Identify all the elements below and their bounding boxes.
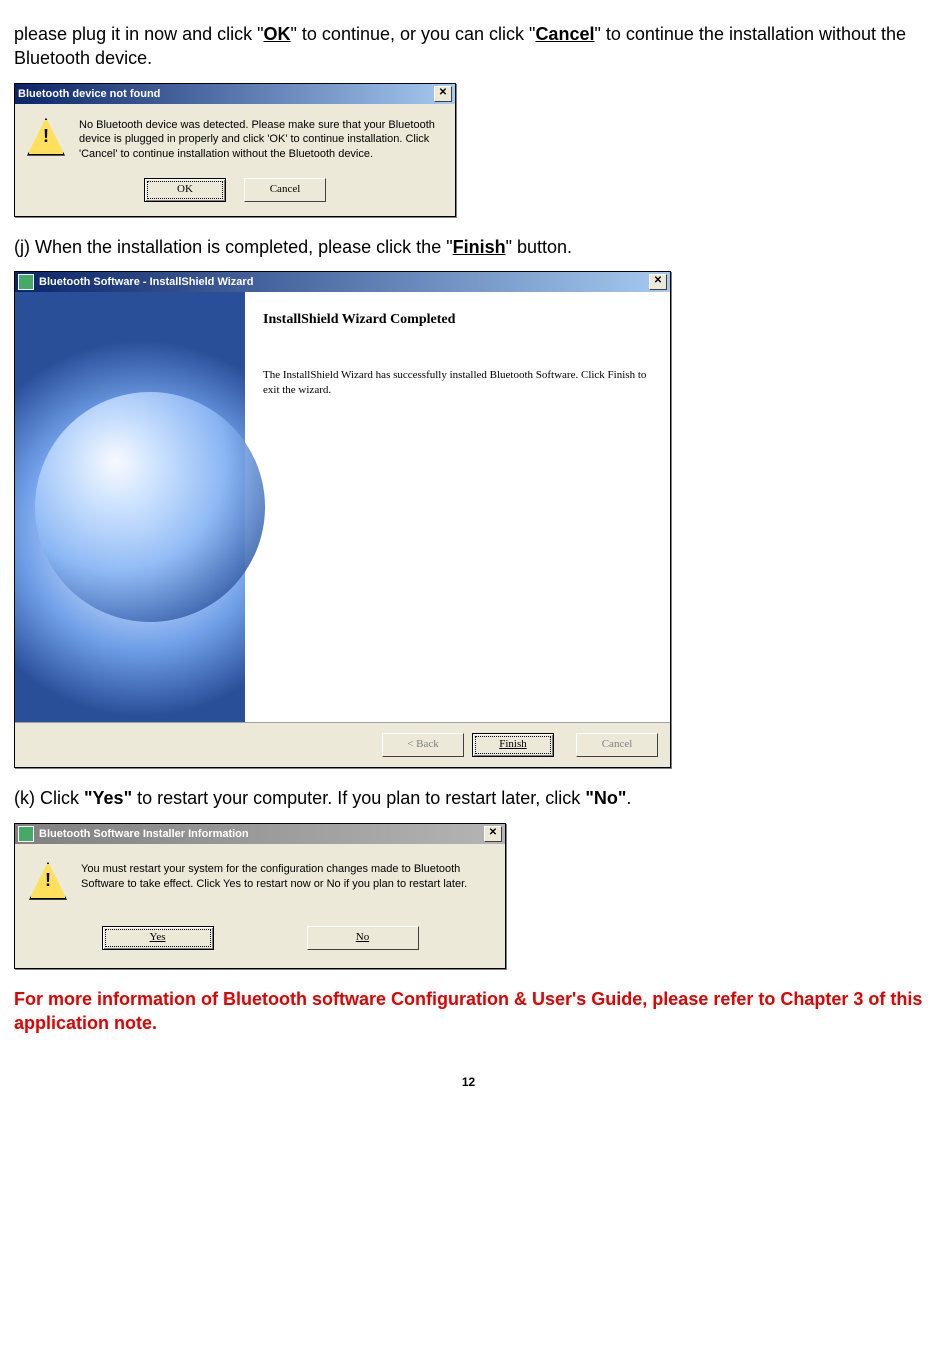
back-button: < Back xyxy=(382,733,464,757)
close-icon[interactable]: ✕ xyxy=(484,826,502,842)
dialog-restart: Bluetooth Software Installer Information… xyxy=(14,823,506,969)
dialog-bt-not-found: Bluetooth device not found ✕ No Bluetoot… xyxy=(14,83,456,218)
close-icon[interactable]: ✕ xyxy=(649,274,667,290)
yes-button[interactable]: Yes xyxy=(102,926,214,950)
footer-note: For more information of Bluetooth softwa… xyxy=(14,987,923,1036)
titlebar: Bluetooth Software - InstallShield Wizar… xyxy=(15,272,670,292)
step-k-no: "No" xyxy=(585,788,626,808)
dialog-message: You must restart your system for the con… xyxy=(81,862,491,900)
ok-button[interactable]: OK xyxy=(144,178,226,202)
step-j-text: (j) When the installation is completed, … xyxy=(14,235,923,259)
wizard-message: The InstallShield Wizard has successfull… xyxy=(263,368,652,398)
dialog-installshield-wizard: Bluetooth Software - InstallShield Wizar… xyxy=(14,271,671,768)
installer-icon xyxy=(18,826,34,842)
cancel-button: Cancel xyxy=(576,733,658,757)
page-number: 12 xyxy=(14,1075,923,1089)
dialog-message: No Bluetooth device was detected. Please… xyxy=(79,118,443,163)
wizard-side-image xyxy=(15,292,245,722)
cancel-button[interactable]: Cancel xyxy=(244,178,326,202)
step-k-text: (k) Click "Yes" to restart your computer… xyxy=(14,786,923,810)
titlebar: Bluetooth device not found ✕ xyxy=(15,84,455,104)
close-icon[interactable]: ✕ xyxy=(434,86,452,102)
step-j-finish: Finish xyxy=(453,237,506,257)
warning-icon xyxy=(27,118,65,156)
dialog-title: Bluetooth Software - InstallShield Wizar… xyxy=(39,276,253,288)
installer-icon xyxy=(18,274,34,290)
dialog-title: Bluetooth Software Installer Information xyxy=(39,828,249,840)
intro-cancel: Cancel xyxy=(535,24,594,44)
wizard-heading: InstallShield Wizard Completed xyxy=(263,312,652,328)
warning-icon xyxy=(29,862,67,900)
step-k-yes: "Yes" xyxy=(84,788,132,808)
intro-paragraph: please plug it in now and click "OK" to … xyxy=(14,22,923,71)
finish-button[interactable]: Finish xyxy=(472,733,554,757)
titlebar: Bluetooth Software Installer Information… xyxy=(15,824,505,844)
dialog-title: Bluetooth device not found xyxy=(18,88,160,100)
intro-ok: OK xyxy=(264,24,291,44)
no-button[interactable]: No xyxy=(307,926,419,950)
